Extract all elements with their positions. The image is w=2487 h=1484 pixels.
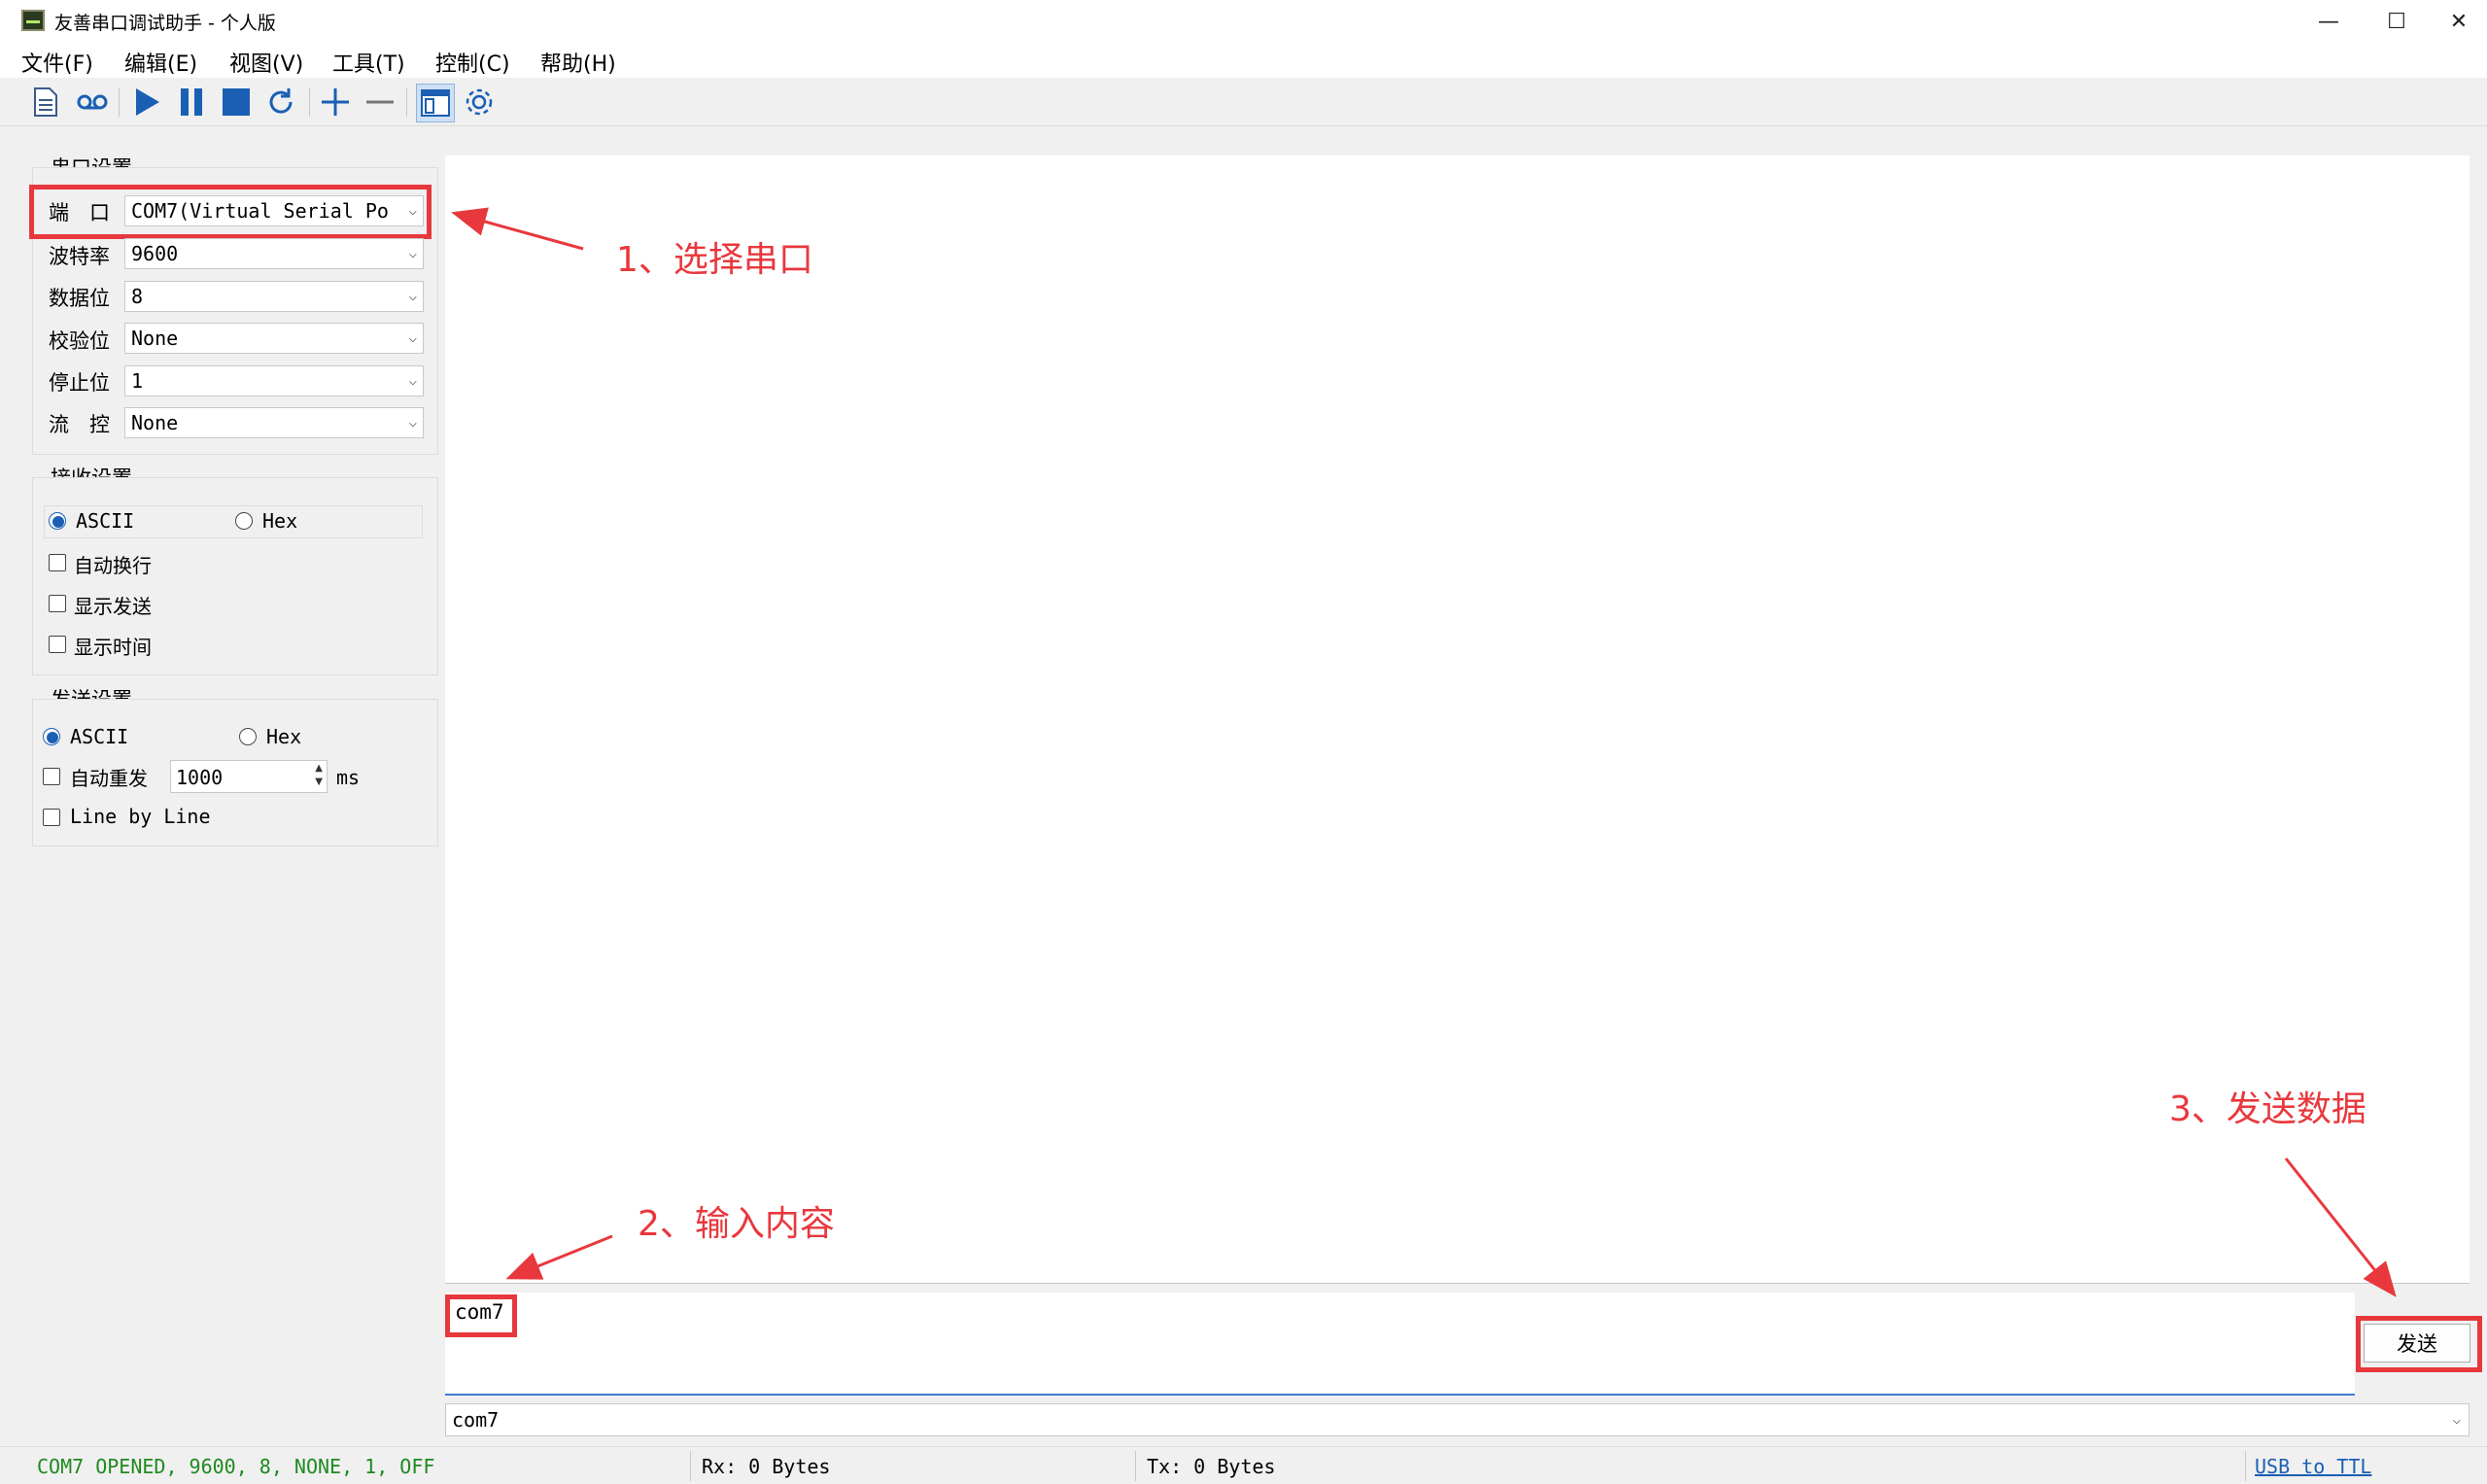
- flow-control-select[interactable]: None ⌵: [124, 407, 424, 438]
- data-bits-select[interactable]: 8 ⌵: [124, 281, 424, 312]
- status-bar: COM7 OPENED, 9600, 8, NONE, 1, OFF Rx: 0…: [0, 1446, 2487, 1484]
- annotation-box-input: [445, 1294, 517, 1337]
- send-history-select[interactable]: com7 ⌵: [445, 1403, 2470, 1436]
- plus-icon[interactable]: [317, 84, 354, 121]
- parity-select-value: None: [131, 327, 179, 350]
- auto-resend-checkbox[interactable]: [43, 768, 60, 785]
- title-bar: 友善串口调试助手 - 个人版 — ☐ ✕: [0, 0, 2487, 43]
- chevron-down-icon: ⌵: [408, 289, 417, 304]
- port-status-text: COM7 OPENED, 9600, 8, NONE, 1, OFF: [37, 1455, 435, 1478]
- resend-interval-stepper[interactable]: 1000 ▲ ▼: [170, 760, 328, 793]
- annotation-box-port: [29, 185, 432, 239]
- stop-bits-select[interactable]: 1 ⌵: [124, 365, 424, 397]
- chevron-down-icon: ⌵: [408, 330, 417, 346]
- show-send-label: 显示发送: [74, 595, 152, 618]
- record-icon[interactable]: [74, 84, 111, 121]
- status-divider: [1135, 1451, 1136, 1481]
- parity-select[interactable]: None ⌵: [124, 323, 424, 354]
- auto-wrap-checkbox[interactable]: [49, 554, 66, 571]
- send-ascii-radio[interactable]: [43, 728, 60, 745]
- tx-count: Tx: 0 Bytes: [1147, 1455, 1276, 1478]
- status-divider: [2245, 1451, 2246, 1481]
- toolbar-divider: [119, 87, 120, 117]
- receive-ascii-label: ASCII: [76, 509, 135, 533]
- window-layout-icon[interactable]: [416, 84, 455, 122]
- annotation-step-3: 3、发送数据: [2169, 1089, 2366, 1129]
- refresh-icon[interactable]: [262, 84, 299, 121]
- data-bits-label: 数据位: [49, 287, 110, 310]
- flow-control-label: 流 控: [49, 413, 110, 436]
- app-icon: [21, 10, 45, 31]
- data-bits-select-value: 8: [131, 285, 144, 308]
- pause-icon[interactable]: [173, 84, 210, 121]
- window-title: 友善串口调试助手 - 个人版: [54, 13, 276, 34]
- chevron-down-icon: ⌵: [2452, 1412, 2461, 1428]
- minus-icon[interactable]: [362, 84, 398, 121]
- line-by-line-label: Line by Line: [70, 805, 211, 828]
- line-by-line-checkbox[interactable]: [43, 809, 60, 826]
- annotation-box-send: [2356, 1316, 2482, 1372]
- chevron-down-icon: ⌵: [408, 415, 417, 431]
- menu-tools[interactable]: 工具(T): [332, 47, 405, 78]
- play-icon[interactable]: [128, 84, 165, 121]
- toolbar-divider: [309, 87, 310, 117]
- toolbar-divider: [406, 87, 407, 117]
- new-document-icon[interactable]: [27, 84, 64, 121]
- menu-file[interactable]: 文件(F): [21, 47, 93, 78]
- auto-wrap-label: 自动换行: [74, 554, 152, 577]
- annotation-step-2: 2、输入内容: [638, 1204, 835, 1244]
- baud-select[interactable]: 9600 ⌵: [124, 238, 424, 269]
- parity-label: 校验位: [49, 329, 110, 353]
- show-time-label: 显示时间: [74, 636, 152, 659]
- baud-label: 波特率: [49, 245, 110, 268]
- rx-count: Rx: 0 Bytes: [702, 1455, 831, 1478]
- stepper-arrows-icon[interactable]: ▲ ▼: [315, 762, 323, 789]
- send-ascii-label: ASCII: [70, 725, 129, 748]
- annotation-step-1: 1、选择串口: [616, 240, 813, 280]
- interval-unit-label: ms: [336, 766, 361, 789]
- menu-view[interactable]: 视图(V): [229, 47, 303, 78]
- usb-to-ttl-link[interactable]: USB to TTL: [2255, 1455, 2371, 1478]
- receive-ascii-radio[interactable]: [49, 512, 66, 530]
- send-text-area[interactable]: [445, 1293, 2355, 1396]
- chevron-down-icon: ⌵: [408, 373, 417, 389]
- stop-bits-label: 停止位: [49, 371, 110, 395]
- receive-hex-label: Hex: [262, 509, 298, 533]
- send-history-value: com7: [452, 1408, 500, 1432]
- send-hex-radio[interactable]: [239, 728, 257, 745]
- minimize-button[interactable]: —: [2296, 0, 2362, 43]
- toolbar: [0, 78, 2487, 126]
- receive-text-area[interactable]: [445, 155, 2470, 1283]
- maximize-button[interactable]: ☐: [2364, 0, 2430, 43]
- close-button[interactable]: ✕: [2426, 0, 2487, 43]
- chevron-down-icon: ⌵: [408, 246, 417, 261]
- settings-gear-icon[interactable]: [461, 84, 498, 121]
- resend-interval-value: 1000: [176, 766, 224, 789]
- flow-control-select-value: None: [131, 411, 179, 434]
- show-send-checkbox[interactable]: [49, 595, 66, 612]
- menu-edit[interactable]: 编辑(E): [124, 47, 197, 78]
- send-hex-label: Hex: [266, 725, 302, 748]
- menu-help[interactable]: 帮助(H): [540, 47, 616, 78]
- auto-resend-label: 自动重发: [70, 767, 148, 790]
- status-divider: [690, 1451, 691, 1481]
- menu-control[interactable]: 控制(C): [435, 47, 510, 78]
- stop-icon[interactable]: [218, 84, 255, 121]
- splitter-handle[interactable]: [445, 1283, 2470, 1293]
- show-time-checkbox[interactable]: [49, 636, 66, 653]
- baud-select-value: 9600: [131, 242, 179, 265]
- receive-hex-radio[interactable]: [235, 512, 253, 530]
- menu-bar: 文件(F) 编辑(E) 视图(V) 工具(T) 控制(C) 帮助(H): [0, 43, 2487, 78]
- stop-bits-select-value: 1: [131, 369, 144, 393]
